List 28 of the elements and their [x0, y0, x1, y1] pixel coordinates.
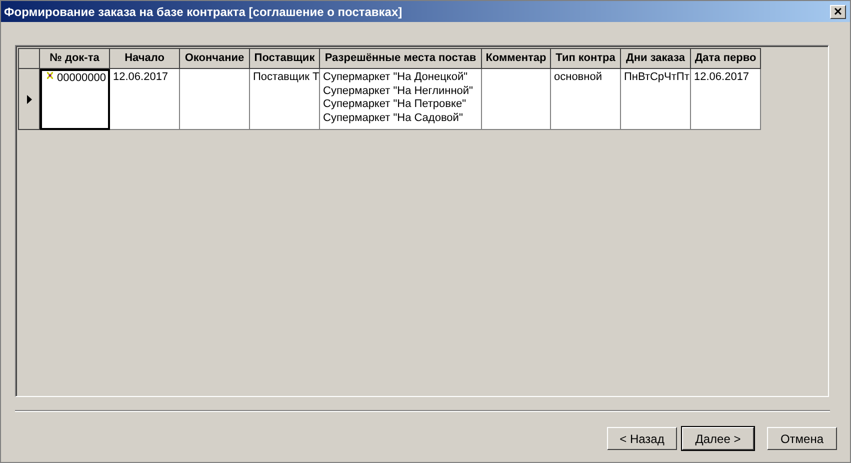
- column-header[interactable]: Тип контра: [551, 48, 621, 69]
- wizard-button[interactable]: Далее >: [682, 427, 754, 450]
- column-header[interactable]: Разрешённые места постав: [320, 48, 482, 69]
- document-number: 00000000: [57, 72, 106, 86]
- table-cell[interactable]: 00000000: [40, 69, 110, 130]
- table-cell[interactable]: Поставщик Т: [250, 69, 320, 130]
- row-indicator[interactable]: [18, 69, 40, 130]
- wizard-button[interactable]: Отмена: [767, 427, 837, 450]
- table-cell[interactable]: 12.06.2017: [691, 69, 761, 130]
- table-cell[interactable]: [482, 69, 551, 130]
- column-header[interactable]: Комментар: [482, 48, 551, 69]
- column-header[interactable]: Окончание: [180, 48, 250, 69]
- table-cell[interactable]: Супермаркет "На Донецкой" Супермаркет "На Неглинной" Супермаркет "На Петровке" Супермаркет "На Садовой": [320, 69, 482, 130]
- table-cell[interactable]: ПнВтСрЧтПт: [621, 69, 691, 130]
- table-cell[interactable]: [180, 69, 250, 130]
- corner-header: [18, 48, 40, 69]
- column-header[interactable]: Дни заказа: [621, 48, 691, 69]
- status-icon: [47, 72, 54, 79]
- wizard-button[interactable]: < Назад: [607, 427, 677, 450]
- column-header[interactable]: Начало: [110, 48, 180, 69]
- column-header[interactable]: № док-та: [40, 48, 110, 69]
- column-header[interactable]: Поставщик: [250, 48, 320, 69]
- window-title: Формирование заказа на базе контракта [соглашение о поставках]: [4, 4, 402, 18]
- current-row-icon: [26, 94, 32, 104]
- close-button[interactable]: ×: [830, 4, 846, 18]
- table-cell[interactable]: 12.06.2017: [110, 69, 180, 130]
- column-header[interactable]: Дата перво: [691, 48, 761, 69]
- table-cell[interactable]: основной: [551, 69, 621, 130]
